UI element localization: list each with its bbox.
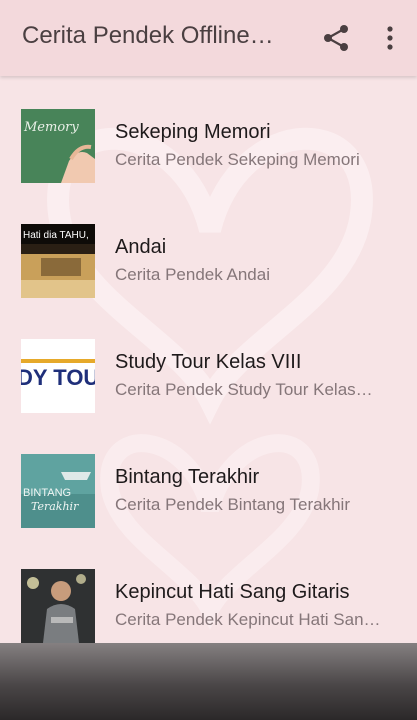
app-title: Cerita Pendek Offline… [22, 22, 274, 49]
bottom-overlay [0, 643, 417, 720]
item-title: Kepincut Hati Sang Gitaris [115, 581, 350, 603]
list-item-sekeping-memori[interactable]: Memory Sekeping Memori Cerita Pendek Sek… [0, 76, 417, 191]
thumbnail-sekeping-memori: Memory [21, 109, 95, 183]
item-title: Sekeping Memori [115, 121, 271, 143]
thumbnail-andai: Hati dia TAHU, [21, 224, 95, 298]
list-item-bintang-terakhir[interactable]: BINTANG Terakhir Bintang Terakhir Cerita… [0, 421, 417, 536]
thumbnail-study-tour: DY TOU [21, 339, 95, 413]
list-item-andai[interactable]: Hati dia TAHU, Andai Cerita Pendek Andai [0, 191, 417, 306]
bintang-text-1: BINTANG [23, 487, 71, 499]
item-subtitle: Cerita Pendek Andai [115, 265, 270, 284]
bintang-text-2: Terakhir [31, 500, 79, 513]
thumbnail-bintang-terakhir: BINTANG Terakhir [21, 454, 95, 528]
item-subtitle: Cerita Pendek Sekeping Memori [115, 150, 360, 169]
item-subtitle: Cerita Pendek Study Tour Kelas… [115, 380, 373, 399]
list-item-kepincut-hati[interactable]: Kepincut Hati Sang Gitaris Cerita Pendek… [0, 536, 417, 651]
share-icon[interactable] [320, 22, 352, 54]
list-item-study-tour[interactable]: DY TOU Study Tour Kelas VIII Cerita Pend… [0, 306, 417, 421]
app-bar: Cerita Pendek Offline… [0, 0, 417, 76]
memory-board-text: Memory [23, 120, 79, 135]
item-title: Bintang Terakhir [115, 466, 260, 488]
item-title: Andai [115, 236, 167, 258]
item-subtitle: Cerita Pendek Kepincut Hati San… [115, 610, 381, 629]
more-vert-icon[interactable] [378, 22, 402, 54]
andai-banner-text: Hati dia TAHU, [23, 230, 89, 241]
study-tour-banner-text: DY TOU [21, 365, 95, 390]
item-title: Study Tour Kelas VIII [115, 351, 302, 373]
thumbnail-kepincut-hati [21, 569, 95, 643]
item-subtitle: Cerita Pendek Bintang Terakhir [115, 495, 350, 514]
